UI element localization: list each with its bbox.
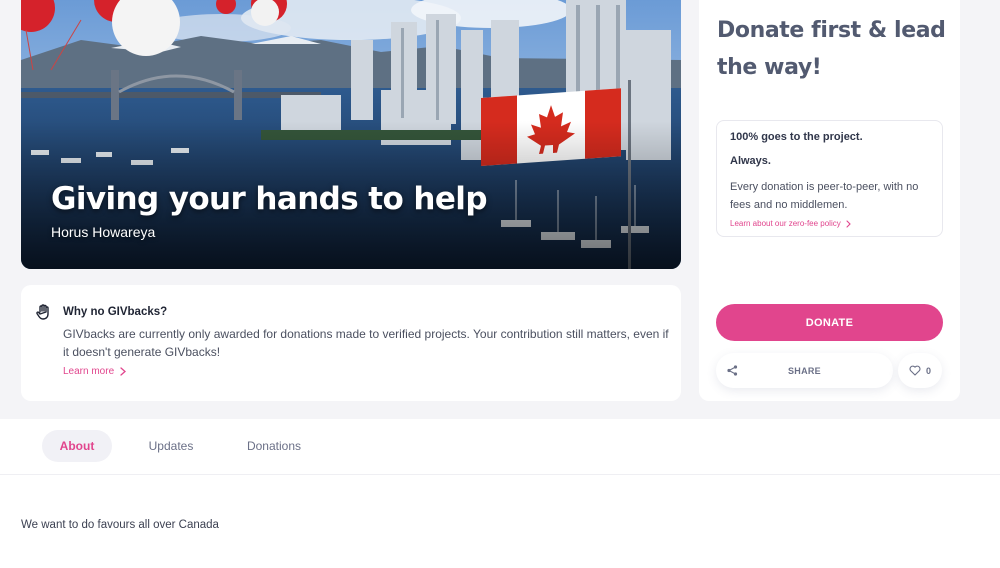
like-count: 0	[925, 365, 931, 376]
heart-icon	[909, 365, 921, 376]
tab-updates[interactable]: Updates	[136, 430, 206, 462]
project-tabs: About Updates Donations	[0, 419, 1000, 474]
zero-fee-policy-box: 100% goes to the project. Always. Every …	[716, 120, 943, 237]
share-label: SHARE	[787, 365, 821, 376]
project-title: Giving your hands to help	[51, 181, 488, 217]
givbacks-learn-more-link[interactable]: Learn more	[63, 366, 127, 377]
donate-heading: Donate first & lead the way!	[717, 18, 946, 80]
zero-fee-policy-label: Learn about our zero-fee policy	[730, 219, 841, 228]
project-hero-banner: Giving your hands to help Horus Howareya	[21, 0, 681, 269]
chevron-right-icon	[846, 219, 851, 228]
givbacks-heading: Why no GIVbacks?	[63, 306, 168, 318]
policy-subheadline: Always.	[730, 155, 771, 167]
policy-headline: 100% goes to the project.	[730, 131, 863, 143]
donate-button[interactable]: DONATE	[716, 304, 943, 341]
tab-about[interactable]: About	[42, 430, 112, 462]
tab-donations[interactable]: Donations	[237, 430, 311, 462]
share-icon	[727, 365, 738, 376]
givbacks-description: GIVbacks are currently only awarded for …	[63, 327, 669, 359]
about-content: We want to do favours all over Canada	[0, 474, 1000, 568]
project-author[interactable]: Horus Howareya	[51, 224, 155, 240]
like-button[interactable]: 0	[898, 353, 942, 388]
zero-fee-policy-link[interactable]: Learn about our zero-fee policy	[730, 219, 851, 228]
raised-hand-icon	[36, 304, 49, 320]
project-description: We want to do favours all over Canada	[21, 519, 219, 531]
share-button[interactable]: SHARE	[716, 353, 893, 388]
givbacks-info-card: Why no GIVbacks? GIVbacks are currently …	[21, 285, 681, 401]
donate-panel: Donate first & lead the way! 100% goes t…	[699, 0, 960, 401]
givbacks-learn-more-label: Learn more	[63, 366, 115, 377]
policy-description: Every donation is peer-to-peer, with no …	[730, 181, 919, 211]
chevron-right-icon	[120, 367, 127, 376]
